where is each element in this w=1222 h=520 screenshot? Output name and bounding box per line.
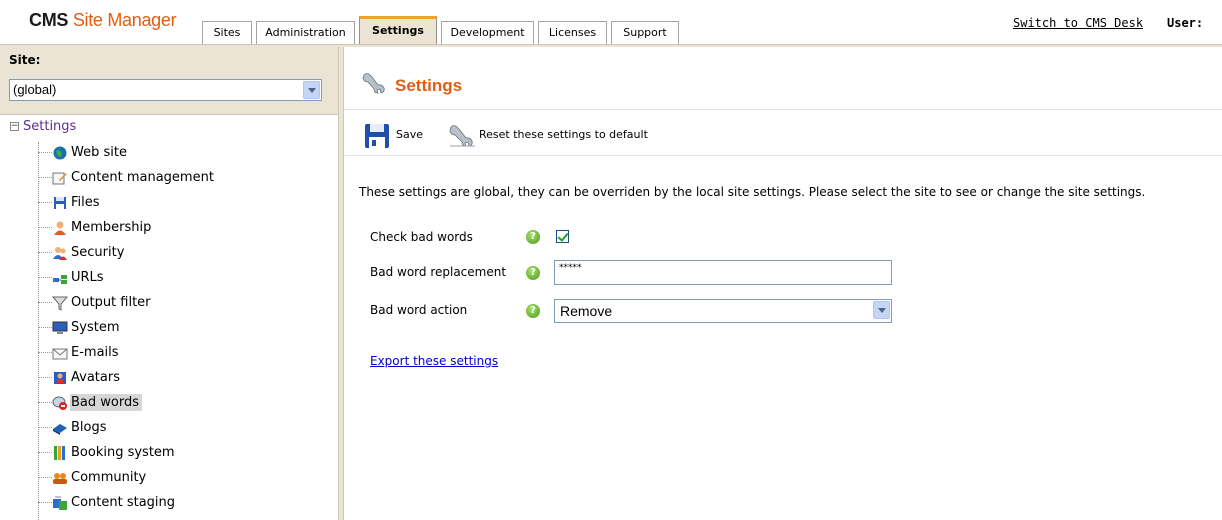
check-bad-words-label: Check bad words: [370, 230, 473, 244]
globe-icon: [52, 145, 68, 161]
tree-item-web-site[interactable]: Web site: [38, 142, 130, 164]
switch-to-cms-desk-link[interactable]: Switch to CMS Desk: [1013, 16, 1143, 30]
site-select-value: (global): [13, 82, 57, 97]
tab-sites[interactable]: Sites: [202, 21, 252, 45]
url-icon: [52, 270, 68, 286]
tree-item-content-staging[interactable]: Content staging: [38, 492, 178, 514]
tree-item-system[interactable]: System: [38, 317, 122, 339]
tab-support[interactable]: Support: [611, 21, 679, 45]
tree-item-output-filter[interactable]: Output filter: [38, 292, 154, 314]
user-label: User:: [1167, 16, 1204, 30]
tree-item-avatars[interactable]: Avatars: [38, 367, 123, 389]
community-icon: [52, 470, 68, 486]
app-header: CMS Site Manager Sites Administration Se…: [0, 0, 1222, 46]
help-icon[interactable]: ?: [526, 304, 540, 318]
site-selector-panel: Site: (global): [0, 47, 338, 115]
bad-word-replacement-label: Bad word replacement: [370, 265, 507, 279]
toolbar: Save Reset these settings to default: [344, 110, 1222, 156]
blog-icon: [52, 420, 68, 436]
page-title: Settings: [395, 76, 463, 95]
staging-icon: [52, 495, 68, 511]
floppy-save-icon: [363, 123, 391, 152]
filter-icon: [51, 295, 69, 311]
bad-word-action-select[interactable]: Remove: [554, 299, 892, 323]
site-select[interactable]: (global): [9, 79, 322, 101]
help-icon[interactable]: ?: [526, 266, 540, 280]
tab-licenses[interactable]: Licenses: [538, 21, 607, 45]
bad-word-replacement-input[interactable]: *****: [554, 260, 892, 285]
envelope-icon: [52, 345, 68, 361]
tree-item-e-mails[interactable]: E-mails: [38, 342, 122, 364]
site-label: Site:: [9, 53, 41, 67]
tree-item-security[interactable]: Security: [38, 242, 127, 264]
wrench-reset-icon: [448, 123, 476, 152]
booking-icon: [52, 445, 68, 461]
info-message: These settings are global, they can be o…: [359, 185, 1146, 199]
users-security-icon: [52, 245, 68, 261]
collapse-icon[interactable]: −: [10, 122, 19, 131]
tree-item-urls[interactable]: URLs: [38, 267, 107, 289]
page-header: Settings: [344, 47, 1222, 110]
tree-item-content-management[interactable]: Content management: [38, 167, 217, 189]
tree-item-blogs[interactable]: Blogs: [38, 417, 110, 439]
tree-item-bad-words[interactable]: Bad words: [38, 392, 142, 414]
tree-item-membership[interactable]: Membership: [38, 217, 154, 239]
left-panel: Site: (global) − Settings Web site Conten…: [0, 47, 338, 520]
check-bad-words-checkbox[interactable]: [556, 230, 569, 243]
user-icon: [52, 220, 68, 236]
tree-root-settings[interactable]: − Settings: [10, 119, 76, 134]
chevron-down-icon[interactable]: [873, 301, 890, 319]
app-logo: CMS Site Manager: [29, 10, 177, 30]
bad-word-action-value: Remove: [560, 303, 613, 319]
avatar-icon: [52, 370, 68, 386]
tree-item-community[interactable]: Community: [38, 467, 149, 489]
export-settings-link[interactable]: Export these settings: [370, 354, 498, 368]
help-icon[interactable]: ?: [526, 230, 540, 244]
floppy-icon: [52, 195, 68, 211]
bad-word-action-label: Bad word action: [370, 303, 468, 317]
tab-development[interactable]: Development: [441, 21, 534, 45]
wrench-icon: [361, 71, 387, 95]
tree-item-files[interactable]: Files: [38, 192, 103, 214]
tab-administration[interactable]: Administration: [256, 21, 355, 45]
edit-document-icon: [52, 170, 68, 186]
tree-item-booking-system[interactable]: Booking system: [38, 442, 178, 464]
chevron-down-icon[interactable]: [303, 81, 320, 99]
main-content: Settings Save Reset these settings to de…: [344, 47, 1222, 520]
computer-icon: [52, 320, 68, 336]
tab-settings[interactable]: Settings: [359, 16, 437, 46]
bad-words-icon: [52, 395, 68, 411]
